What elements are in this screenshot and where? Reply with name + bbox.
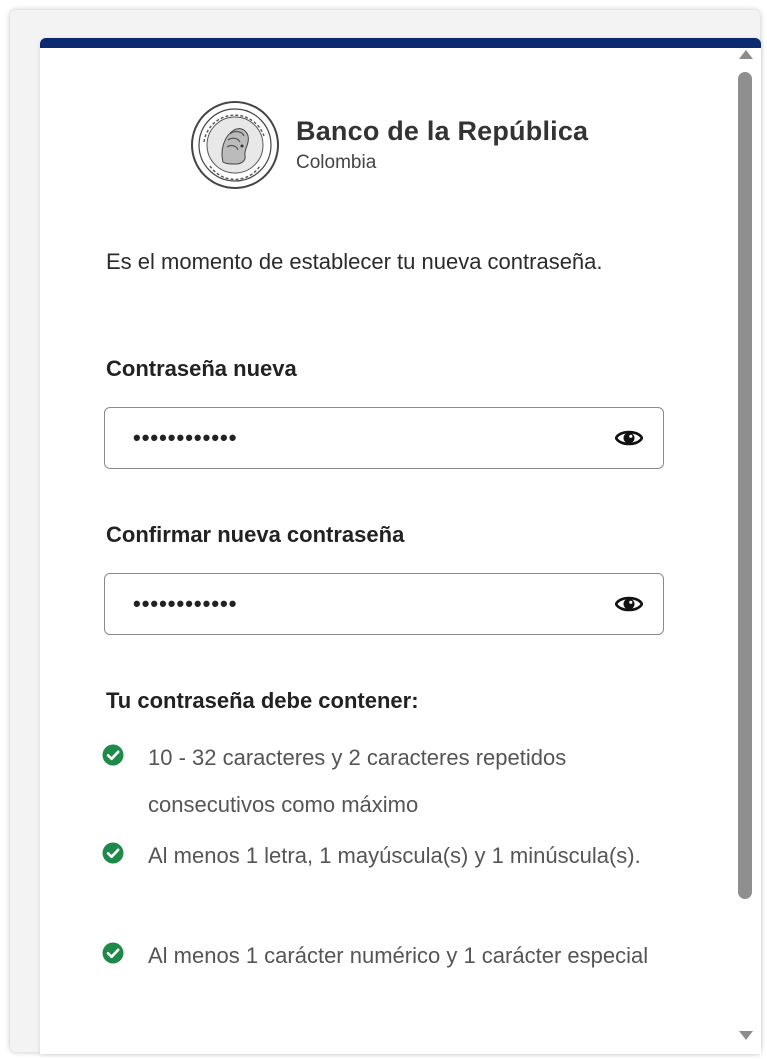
check-circle-icon bbox=[102, 744, 124, 766]
confirm-password-field[interactable] bbox=[104, 573, 664, 635]
requirements-title: Tu contraseña debe contener: bbox=[106, 688, 419, 713]
intro-text: Es el momento de establecer tu nueva con… bbox=[106, 249, 603, 274]
confirm-password-label: Confirmar nueva contraseña bbox=[106, 522, 405, 547]
brand-top-bar bbox=[40, 38, 761, 48]
new-password-input[interactable] bbox=[133, 408, 593, 468]
requirement-text: Al menos 1 letra, 1 mayúscula(s) y 1 min… bbox=[148, 843, 641, 868]
brand-header: Banco de la República Colombia bbox=[190, 100, 588, 190]
new-password-label: Contraseña nueva bbox=[106, 356, 297, 381]
window-frame: Banco de la República Colombia Es el mom… bbox=[10, 10, 761, 1054]
scroll-down-arrow-icon[interactable] bbox=[739, 1031, 753, 1040]
requirement-text: Al menos 1 carácter numérico y 1 carácte… bbox=[148, 943, 649, 968]
new-password-field[interactable] bbox=[104, 407, 664, 469]
check-circle-icon bbox=[102, 842, 124, 864]
brand-name: Banco de la República bbox=[296, 116, 589, 146]
brand-text: Banco de la República Colombia bbox=[296, 116, 588, 174]
scrollbar-thumb[interactable] bbox=[738, 72, 752, 899]
check-circle-icon bbox=[102, 942, 124, 964]
bank-seal-logo bbox=[191, 101, 279, 189]
eye-icon[interactable] bbox=[615, 426, 643, 450]
confirm-password-input[interactable] bbox=[133, 574, 593, 634]
password-card: Banco de la República Colombia Es el mom… bbox=[40, 38, 761, 1054]
eye-icon[interactable] bbox=[615, 592, 643, 616]
requirement-item: Al menos 1 letra, 1 mayúscula(s) y 1 min… bbox=[102, 832, 662, 879]
requirement-item: 10 - 32 caracteres y 2 caracteres repeti… bbox=[102, 734, 662, 828]
requirement-item: Al menos 1 carácter numérico y 1 carácte… bbox=[102, 932, 662, 979]
requirement-text: 10 - 32 caracteres y 2 caracteres repeti… bbox=[148, 745, 567, 817]
brand-country: Colombia bbox=[296, 152, 377, 173]
scrollbar[interactable] bbox=[735, 48, 755, 1054]
scroll-up-arrow-icon[interactable] bbox=[739, 50, 753, 59]
